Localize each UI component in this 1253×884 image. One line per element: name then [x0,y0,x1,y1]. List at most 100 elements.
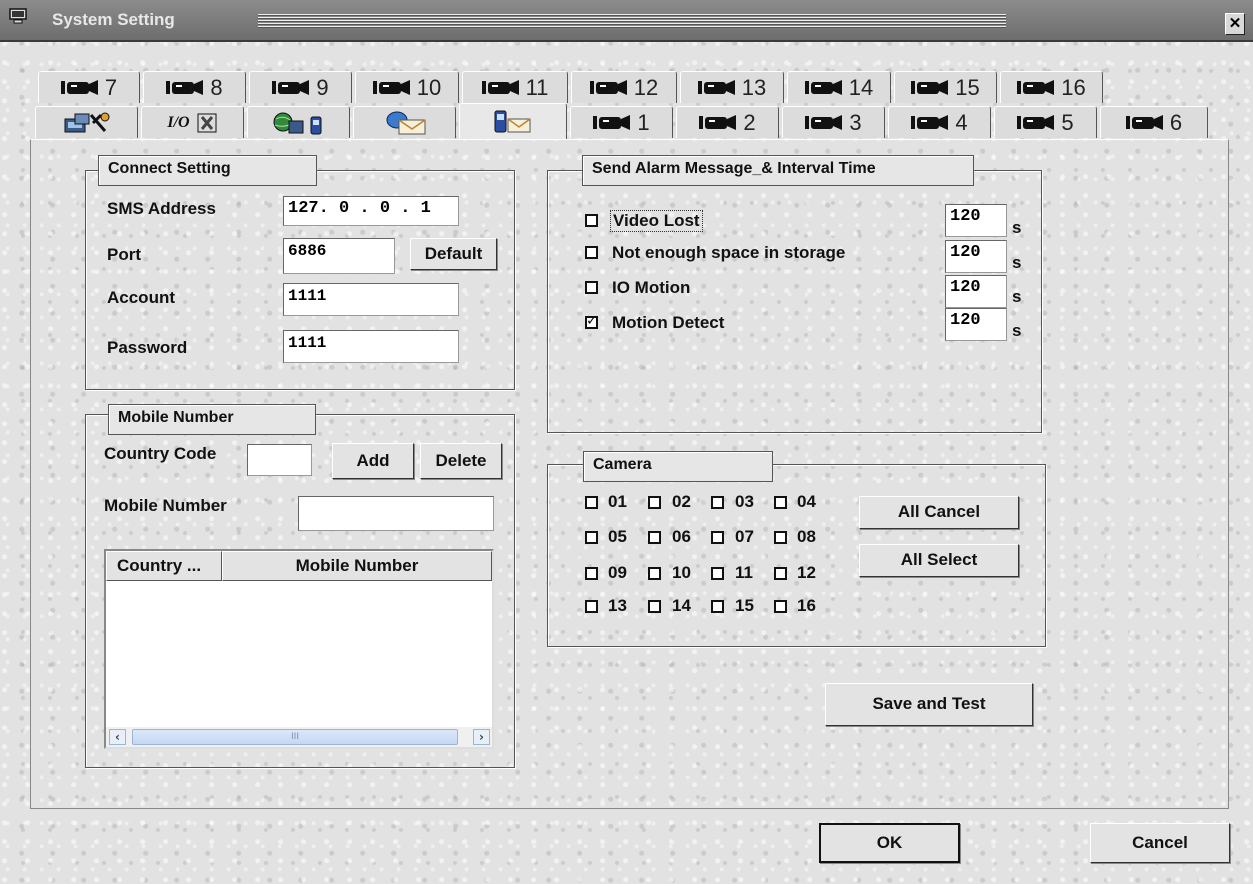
country-code-input[interactable] [247,444,312,476]
password-input[interactable]: 1111 [283,330,459,363]
sms-address-input[interactable]: 127. 0 . 0 . 1 [283,196,459,226]
camera-10-checkbox[interactable] [648,567,661,580]
camera-icon [805,115,843,130]
io-motion-label[interactable]: IO Motion [612,278,690,298]
camera-03-checkbox[interactable] [711,496,724,509]
tab-camera-12[interactable]: 12 [571,71,677,103]
tab-camera-4[interactable]: 4 [888,106,991,138]
io-motion-checkbox[interactable] [585,281,598,294]
delete-button[interactable]: Delete [420,443,502,479]
tab-camera-6[interactable]: 6 [1100,106,1208,138]
camera-icon [166,80,204,95]
tab-camera-10[interactable]: 10 [355,71,459,103]
camera-14-checkbox[interactable] [648,600,661,613]
tab-email-settings[interactable] [353,106,456,138]
camera-11-checkbox[interactable] [711,567,724,580]
tab-io-settings[interactable]: I/O [141,106,244,138]
tab-sms-settings[interactable] [459,103,567,139]
tab-camera-9[interactable]: 9 [249,71,352,103]
scroll-left-arrow-icon[interactable]: ‹ [109,729,126,745]
tab-camera-2[interactable]: 2 [676,106,779,138]
ok-button[interactable]: OK [819,823,960,863]
default-button[interactable]: Default [410,238,497,270]
camera-icon [60,80,98,95]
camera-12-checkbox[interactable] [774,567,787,580]
all-cancel-button[interactable]: All Cancel [859,496,1019,529]
camera-07-checkbox[interactable] [711,531,724,544]
camera-08-checkbox[interactable] [774,531,787,544]
tab-remote-settings[interactable] [247,106,350,138]
camera-06-checkbox[interactable] [648,531,661,544]
storage-space-unit: s [1012,253,1022,272]
camera-icon [272,80,310,95]
column-header-country[interactable]: Country ... [106,551,222,581]
camera-16-checkbox[interactable] [774,600,787,613]
mobile-number-title: Mobile Number [108,404,316,435]
io-settings-icon [197,113,217,132]
system-setting-window: System Setting ✕ 7 8 9 10 11 12 13 14 15… [0,0,1253,884]
tab-camera-16[interactable]: 16 [1000,71,1103,103]
video-lost-checkbox[interactable] [585,214,598,227]
tab-camera-13[interactable]: 13 [680,71,784,103]
motion-detect-interval-input[interactable]: 120 [945,308,1007,341]
camera-15-checkbox[interactable] [711,600,724,613]
camera-icon [589,80,627,95]
io-motion-interval-input[interactable]: 120 [945,275,1007,308]
scroll-right-arrow-icon[interactable]: › [473,729,490,745]
account-label: Account [107,288,175,307]
camera-title: Camera [583,451,773,482]
horizontal-scrollbar[interactable]: ‹ III › [106,727,492,747]
tab-network-settings[interactable] [35,106,138,138]
close-button[interactable]: ✕ [1225,13,1245,35]
camera-04-checkbox[interactable] [774,496,787,509]
tab-camera-1[interactable]: 1 [570,106,673,138]
camera-02-checkbox[interactable] [648,496,661,509]
mobile-message-icon [494,110,531,132]
all-select-button[interactable]: All Select [859,544,1019,577]
tab-camera-11[interactable]: 11 [462,71,568,103]
tab-label: 16 [1061,74,1086,100]
mobile-number-list[interactable]: Country ... Mobile Number ‹ III › [104,549,494,749]
camera-01-label: 01 [608,492,627,511]
motion-detect-checkbox[interactable] [585,313,598,329]
tab-camera-3[interactable]: 3 [782,106,885,138]
video-lost-unit: s [1012,218,1022,237]
scroll-thumb[interactable]: III [132,729,458,745]
tab-label: 3 [849,109,862,135]
camera-icon [593,115,631,130]
column-header-mobile-number[interactable]: Mobile Number [222,551,492,581]
mobile-number-input[interactable] [298,496,494,531]
camera-icon [911,80,949,95]
window-title: System Setting [52,10,175,29]
motion-detect-label[interactable]: Motion Detect [612,313,724,333]
globe-phone-icon [273,112,321,134]
storage-space-interval-input[interactable]: 120 [945,240,1007,273]
cancel-button[interactable]: Cancel [1090,823,1230,863]
tab-camera-7[interactable]: 7 [38,71,140,103]
camera-01-checkbox[interactable] [585,496,598,509]
camera-10-label: 10 [672,563,691,582]
tab-camera-5[interactable]: 5 [994,106,1097,138]
camera-05-checkbox[interactable] [585,531,598,544]
camera-13-checkbox[interactable] [585,600,598,613]
connect-setting-title: Connect Setting [98,155,317,186]
title-bar[interactable]: System Setting ✕ [0,0,1253,42]
save-and-test-button[interactable]: Save and Test [825,683,1033,726]
tab-camera-8[interactable]: 8 [143,71,246,103]
tab-camera-14[interactable]: 14 [787,71,891,103]
camera-12-label: 12 [797,563,816,582]
tab-label: 15 [955,74,980,100]
tab-label: 2 [743,109,756,135]
video-lost-label[interactable]: Video Lost [610,210,703,232]
account-input[interactable]: 1111 [283,283,459,316]
storage-space-checkbox[interactable] [585,246,598,259]
tab-label: 12 [633,74,659,100]
camera-09-checkbox[interactable] [585,567,598,580]
add-button[interactable]: Add [332,443,414,479]
storage-space-label[interactable]: Not enough space in storage [612,243,845,263]
camera-04-label: 04 [797,492,816,511]
camera-icon [697,80,735,95]
video-lost-interval-input[interactable]: 120 [945,204,1007,237]
port-input[interactable]: 6886 [283,238,395,274]
tab-camera-15[interactable]: 15 [894,71,997,103]
